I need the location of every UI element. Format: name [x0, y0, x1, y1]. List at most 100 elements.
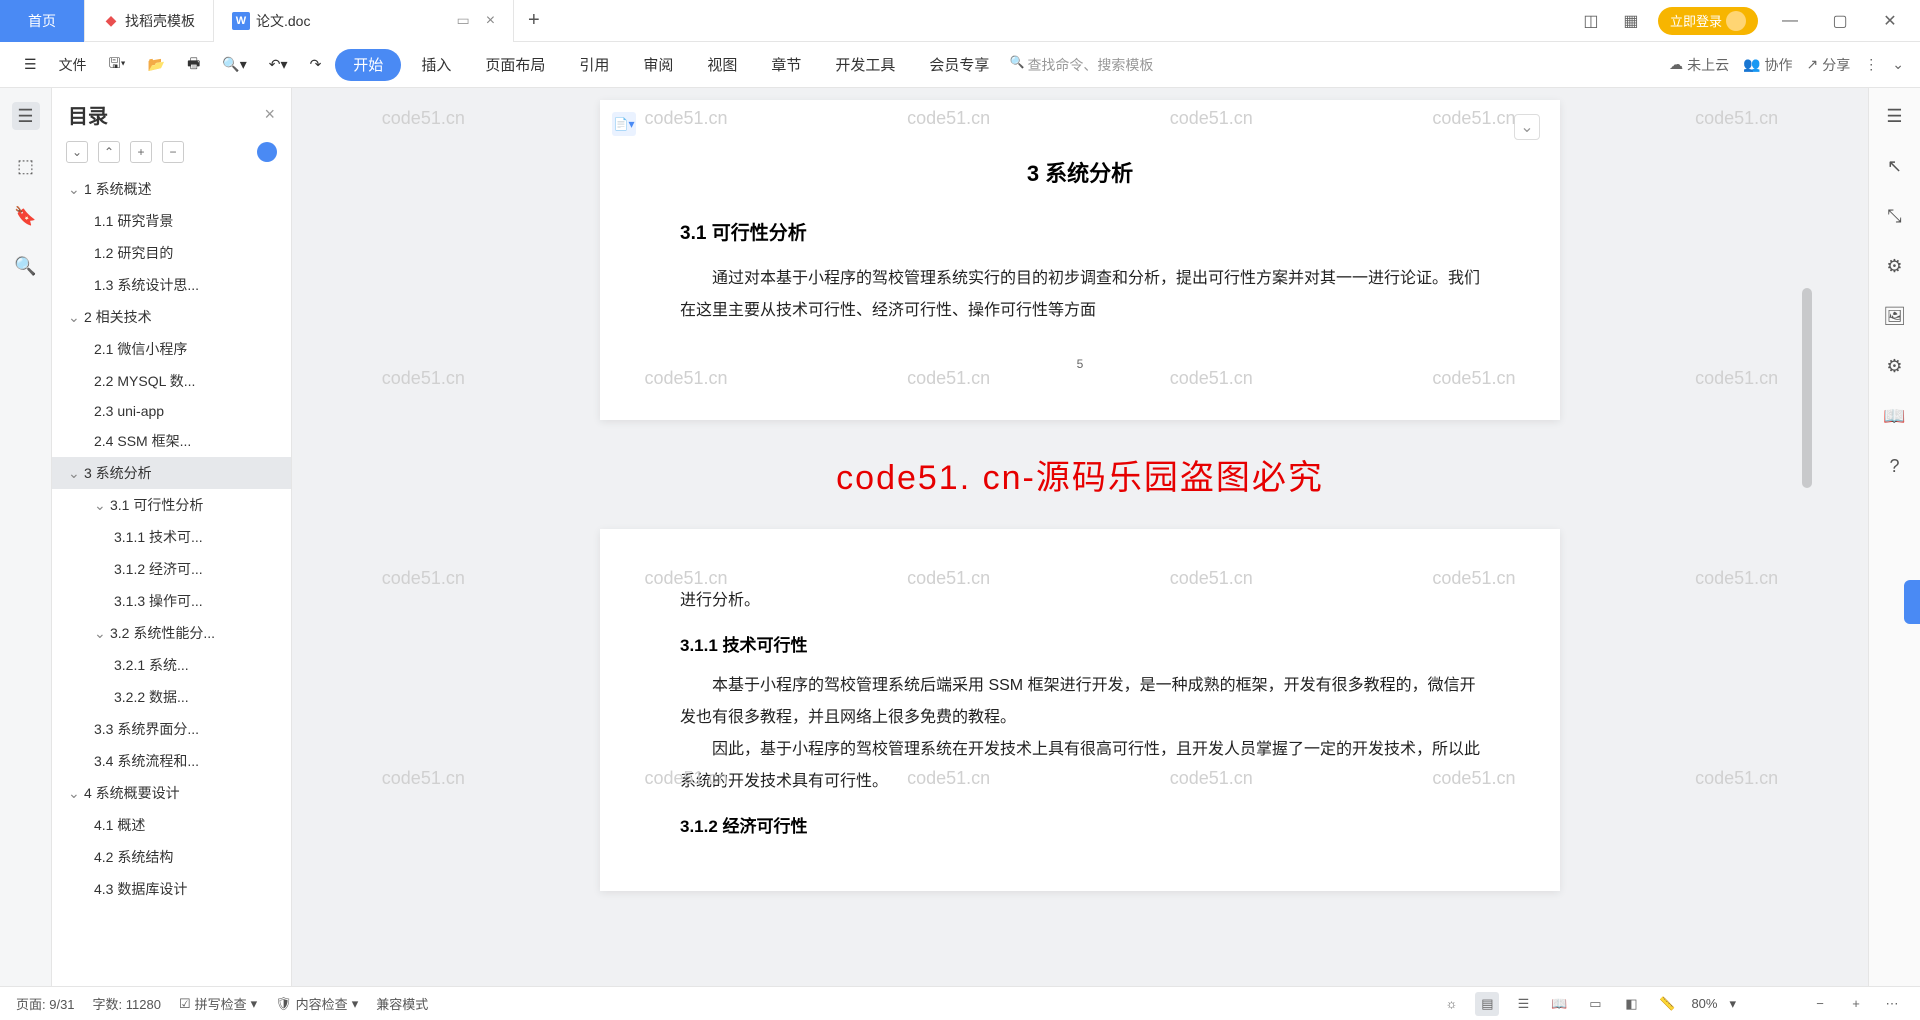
- redo-icon[interactable]: ↷: [302, 49, 330, 81]
- tab-label: 找稻壳模板: [125, 11, 195, 31]
- read-icon[interactable]: 📖: [1881, 402, 1909, 430]
- coop-button[interactable]: 👥协作: [1743, 55, 1792, 75]
- open-icon[interactable]: 📂: [140, 49, 173, 81]
- save-icon[interactable]: 🖫▾: [101, 49, 134, 81]
- outline-view-icon[interactable]: ☰: [1511, 992, 1535, 1016]
- outline-item[interactable]: ⌄3 系统分析: [52, 457, 291, 489]
- outline-item[interactable]: 4.3 数据库设计: [52, 873, 291, 905]
- settings-slider-icon[interactable]: ⚙: [1881, 252, 1909, 280]
- page-indicator[interactable]: 页面: 9/31: [16, 994, 75, 1013]
- web-view-icon[interactable]: ▭: [1583, 992, 1607, 1016]
- expand-all-icon[interactable]: ⌃: [98, 141, 120, 163]
- close-icon[interactable]: ×: [486, 12, 495, 30]
- read-view-icon[interactable]: 📖: [1547, 992, 1571, 1016]
- tab-template[interactable]: ◆ 找稻壳模板: [85, 0, 214, 42]
- shape-icon[interactable]: ⬚: [12, 152, 40, 180]
- more-icon[interactable]: ⋮: [1864, 56, 1878, 73]
- share-button[interactable]: ↗分享: [1807, 55, 1851, 75]
- ruler-icon[interactable]: 📏: [1655, 992, 1679, 1016]
- outline-item[interactable]: ⌄4 系统概要设计: [52, 777, 291, 809]
- outline-item[interactable]: 1.2 研究目的: [52, 237, 291, 269]
- image-icon[interactable]: 🖼: [1881, 302, 1909, 330]
- word-icon: W: [232, 12, 250, 30]
- outline-item[interactable]: ⌄3.1 可行性分析: [52, 489, 291, 521]
- outline-item[interactable]: 3.2.2 数据...: [52, 681, 291, 713]
- zoom-in-icon[interactable]: +: [1844, 992, 1868, 1016]
- contentcheck-button[interactable]: 🛡内容检查▾: [275, 994, 358, 1013]
- outline-item[interactable]: ⌄2 相关技术: [52, 301, 291, 333]
- print-icon[interactable]: 🖶: [179, 49, 208, 81]
- cursor-icon[interactable]: ⤡: [1881, 202, 1909, 230]
- vertical-scrollbar[interactable]: [1802, 188, 1812, 828]
- select-icon[interactable]: ↖: [1881, 152, 1909, 180]
- outline-item[interactable]: 3.3 系统界面分...: [52, 713, 291, 745]
- layout-icon[interactable]: ◫: [1578, 8, 1604, 34]
- apps-icon[interactable]: ▦: [1618, 8, 1644, 34]
- close-panel-icon[interactable]: ×: [264, 104, 275, 125]
- focus-mode-icon[interactable]: ☼: [1439, 992, 1463, 1016]
- spellcheck-button[interactable]: ☑拼写检查▾: [179, 994, 257, 1013]
- menu-insert[interactable]: 插入: [407, 49, 465, 81]
- help-icon[interactable]: ?: [1881, 452, 1909, 480]
- remove-icon[interactable]: −: [162, 141, 184, 163]
- cloud-status[interactable]: ☁未上云: [1669, 55, 1729, 75]
- window-mode-icon[interactable]: ▭: [456, 12, 469, 29]
- outline-item[interactable]: 3.1.3 操作可...: [52, 585, 291, 617]
- outline-item[interactable]: ⌄1 系统概述: [52, 173, 291, 205]
- search-icon[interactable]: 🔍: [12, 252, 40, 280]
- command-search[interactable]: 查找命令、搜索模板: [1009, 55, 1153, 75]
- zoom-out-icon[interactable]: −: [1808, 992, 1832, 1016]
- side-tab-handle[interactable]: [1904, 580, 1920, 624]
- outline-icon[interactable]: ☰: [12, 102, 40, 130]
- collapse-all-icon[interactable]: ⌄: [66, 141, 88, 163]
- document-viewport[interactable]: code51.cncode51.cncode51.cncode51.cncode…: [292, 88, 1868, 986]
- tab-home[interactable]: 首页: [0, 0, 85, 42]
- menu-chapter[interactable]: 章节: [757, 49, 815, 81]
- preview-icon[interactable]: 🔍▾: [214, 49, 254, 81]
- menu-pagelayout[interactable]: 页面布局: [471, 49, 559, 81]
- menu-view[interactable]: 视图: [693, 49, 751, 81]
- new-tab-button[interactable]: +: [514, 9, 554, 32]
- bookmark-icon[interactable]: 🔖: [12, 202, 40, 230]
- menu-start[interactable]: 开始: [335, 49, 401, 81]
- tab-document[interactable]: W 论文.doc ▭ ×: [214, 0, 514, 42]
- gear-icon[interactable]: ⚙: [1881, 352, 1909, 380]
- page-menu-icon[interactable]: ⌄: [1514, 114, 1540, 140]
- outline-item[interactable]: 2.3 uni-app: [52, 397, 291, 425]
- undo-icon[interactable]: ↶▾: [261, 49, 296, 81]
- outline-item[interactable]: 4.2 系统结构: [52, 841, 291, 873]
- add-icon[interactable]: +: [130, 141, 152, 163]
- outline-item[interactable]: 2.1 微信小程序: [52, 333, 291, 365]
- hamburger-icon[interactable]: ☰: [1881, 102, 1909, 130]
- word-count[interactable]: 字数: 11280: [93, 994, 161, 1013]
- file-menu[interactable]: 文件: [51, 49, 95, 81]
- outline-item[interactable]: 1.3 系统设计思...: [52, 269, 291, 301]
- menu-devtools[interactable]: 开发工具: [821, 49, 909, 81]
- zoom-level[interactable]: 80%: [1691, 996, 1717, 1011]
- close-button[interactable]: ✕: [1872, 6, 1908, 36]
- minimize-button[interactable]: —: [1772, 6, 1808, 36]
- compat-mode[interactable]: 兼容模式: [376, 994, 428, 1013]
- page-badge-icon[interactable]: 📄▾: [612, 112, 636, 136]
- menu-toggle-icon[interactable]: ☰: [16, 49, 45, 81]
- outline-item[interactable]: 3.2.1 系统...: [52, 649, 291, 681]
- outline-item[interactable]: 3.4 系统流程和...: [52, 745, 291, 777]
- outline-item[interactable]: 2.4 SSM 框架...: [52, 425, 291, 457]
- login-button[interactable]: 立即登录: [1658, 7, 1758, 35]
- collapse-ribbon-icon[interactable]: ⌄: [1892, 56, 1904, 73]
- outline-item[interactable]: 3.1.2 经济可...: [52, 553, 291, 585]
- scrollbar-thumb[interactable]: [1802, 288, 1812, 488]
- menu-reference[interactable]: 引用: [565, 49, 623, 81]
- outline-item[interactable]: 3.1.1 技术可...: [52, 521, 291, 553]
- outline-item[interactable]: 4.1 概述: [52, 809, 291, 841]
- menu-review[interactable]: 审阅: [629, 49, 687, 81]
- maximize-button[interactable]: ▢: [1822, 6, 1858, 36]
- more-status-icon[interactable]: ⋯: [1880, 992, 1904, 1016]
- outline-item[interactable]: 2.2 MYSQL 数...: [52, 365, 291, 397]
- page-view-icon[interactable]: ▤: [1475, 992, 1499, 1016]
- outline-item[interactable]: 1.1 研究背景: [52, 205, 291, 237]
- sync-badge-icon[interactable]: [257, 142, 277, 162]
- outline-item[interactable]: ⌄3.2 系统性能分...: [52, 617, 291, 649]
- menu-vip[interactable]: 会员专享: [915, 49, 1003, 81]
- markup-view-icon[interactable]: ◧: [1619, 992, 1643, 1016]
